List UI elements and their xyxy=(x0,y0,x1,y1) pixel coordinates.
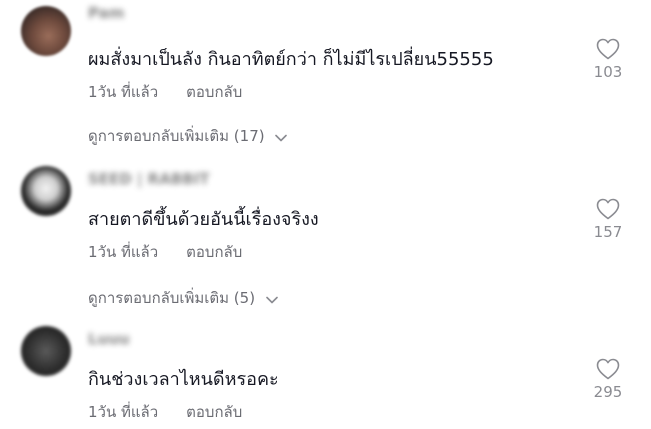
comment-username[interactable]: SEED | RABBIT xyxy=(88,170,210,188)
comment-text: สายตาดีขึ้นด้วยอันนี้เรื่องจริงง xyxy=(88,209,319,230)
comment-time: 1วัน ที่แล้ว xyxy=(88,243,159,261)
comment-username[interactable]: Pam xyxy=(88,4,124,22)
comment-time: 1วัน ที่แล้ว xyxy=(88,83,159,101)
comment-username[interactable]: Luuu xyxy=(88,330,130,348)
like-button[interactable]: 295 xyxy=(588,358,628,401)
reply-button[interactable]: ตอบกลับ xyxy=(186,403,242,421)
avatar[interactable] xyxy=(21,326,71,376)
chevron-down-icon xyxy=(266,290,278,308)
like-count: 295 xyxy=(593,383,623,401)
comment-text: กินช่วงเวลาไหนดีหรอคะ xyxy=(88,369,279,390)
chevron-down-icon xyxy=(275,128,288,146)
avatar[interactable] xyxy=(21,6,71,56)
reply-button[interactable]: ตอบกลับ xyxy=(186,243,242,261)
heart-outline-icon xyxy=(596,358,620,380)
avatar[interactable] xyxy=(21,166,71,216)
comment-meta: 1วัน ที่แล้ว ตอบกลับ xyxy=(88,80,242,104)
view-more-replies-label: ดูการตอบกลับเพิ่มเติม (5) xyxy=(88,289,256,307)
comment-meta: 1วัน ที่แล้ว ตอบกลับ xyxy=(88,400,242,424)
like-button[interactable]: 157 xyxy=(588,198,628,241)
reply-button[interactable]: ตอบกลับ xyxy=(186,83,242,101)
like-button[interactable]: 103 xyxy=(588,38,628,81)
comment-time: 1วัน ที่แล้ว xyxy=(88,403,159,421)
like-count: 157 xyxy=(593,223,623,241)
comment-meta: 1วัน ที่แล้ว ตอบกลับ xyxy=(88,240,242,264)
like-count: 103 xyxy=(593,63,623,81)
view-more-replies-button[interactable]: ดูการตอบกลับเพิ่มเติม (5) xyxy=(88,286,278,310)
view-more-replies-button[interactable]: ดูการตอบกลับเพิ่มเติม (17) xyxy=(88,124,288,148)
heart-outline-icon xyxy=(596,198,620,220)
comment-text: ผมสั่งมาเป็นลัง กินอาทิตย์กว่า ก็ไม่มีไร… xyxy=(88,49,494,70)
view-more-replies-label: ดูการตอบกลับเพิ่มเติม (17) xyxy=(88,127,265,145)
heart-outline-icon xyxy=(596,38,620,60)
